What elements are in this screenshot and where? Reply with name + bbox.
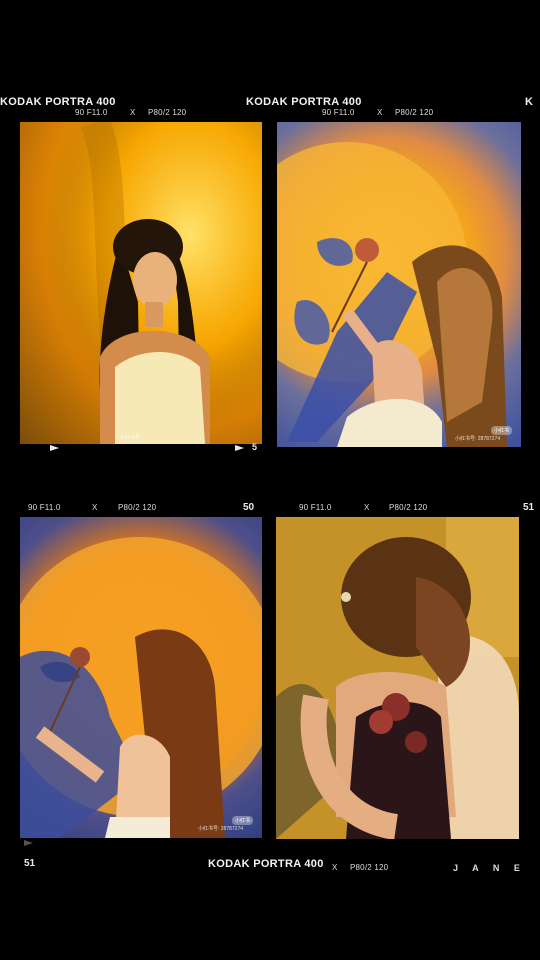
- photo-frame-1: 小红书号: [20, 122, 262, 444]
- author-signature: J A N E: [453, 863, 526, 873]
- frame-number-51-left: 51: [24, 858, 36, 869]
- photo-frame-3: 小红书 小红书号: 28787274: [20, 517, 262, 838]
- frame-number-5: 5: [252, 442, 258, 452]
- watermark-badge-2: 小红书: [491, 426, 513, 435]
- lens-label-4: P80/2 120: [389, 503, 428, 512]
- cross-mark-4: X: [364, 503, 370, 512]
- cross-mark-3: X: [92, 503, 98, 512]
- lens-label-1: P80/2 120: [148, 108, 187, 117]
- cross-mark-5: X: [332, 863, 338, 872]
- film-brand-label-bottom: KODAK PORTRA 400: [208, 858, 324, 870]
- watermark-3: 小红书号: 28787274: [198, 826, 244, 832]
- photo-2-image: [277, 142, 507, 447]
- film-arrow-2: [235, 445, 244, 451]
- frame-number-50: 50: [243, 502, 255, 513]
- film-brand-label-center: KODAK PORTRA 400: [246, 96, 362, 108]
- watermark-2: 小红书号: 28787274: [455, 436, 501, 442]
- watermark-1: 小红书号: [120, 435, 141, 441]
- film-brand-label-left: KODAK PORTRA 400: [0, 96, 116, 108]
- lens-label-2: P80/2 120: [395, 108, 434, 117]
- photo-4-image: [276, 517, 519, 839]
- photo-frame-4: [276, 517, 519, 839]
- film-arrow-3: [24, 840, 33, 846]
- photo-frame-2: 小红书 小红书号: 28787274: [277, 122, 521, 447]
- exposure-label-2: 90 F11.0: [322, 108, 355, 117]
- exposure-label-1: 90 F11.0: [75, 108, 108, 117]
- photo-3-image: [20, 537, 262, 838]
- exposure-label-3: 90 F11.0: [28, 503, 61, 512]
- film-arrow-1: [50, 445, 59, 451]
- film-brand-label-partial: K: [525, 96, 534, 108]
- cross-mark-1: X: [130, 108, 136, 117]
- cross-mark-2: X: [377, 108, 383, 117]
- exposure-label-4: 90 F11.0: [299, 503, 332, 512]
- watermark-badge-3: 小红书: [232, 816, 254, 825]
- photo-1-image: [20, 122, 262, 444]
- lens-label-3: P80/2 120: [118, 503, 157, 512]
- frame-number-51-right: 51: [523, 502, 535, 513]
- lens-label-5: P80/2 120: [350, 863, 389, 872]
